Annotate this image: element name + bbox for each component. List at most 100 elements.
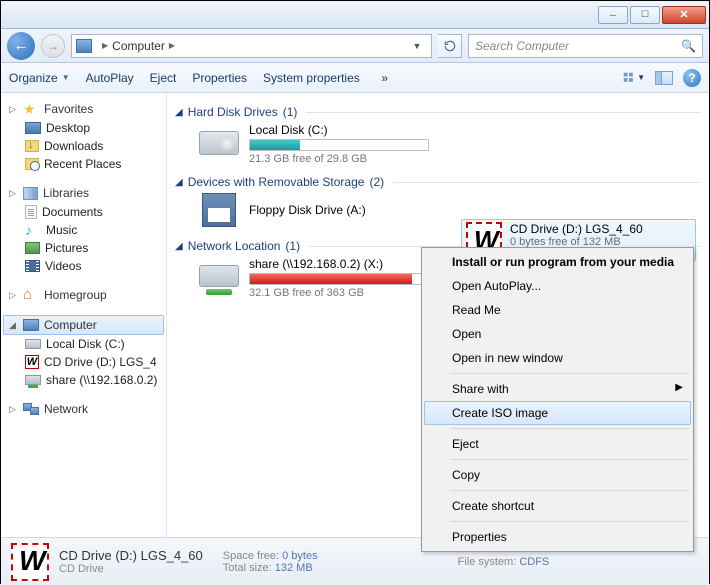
breadcrumb-computer[interactable]: Computer bbox=[112, 39, 165, 53]
drive-local-disk[interactable]: Local Disk (C:) 21.3 GB free of 29.8 GB bbox=[199, 123, 459, 165]
details-name: CD Drive (D:) LGS_4_60 bbox=[59, 548, 203, 563]
close-button[interactable]: ✕ bbox=[662, 6, 706, 24]
nav-recent[interactable]: Recent Places bbox=[3, 155, 164, 173]
cd-icon bbox=[11, 543, 49, 581]
window-buttons: ─ ☐ ✕ bbox=[598, 6, 706, 24]
network-icon bbox=[23, 403, 39, 415]
ctx-create-shortcut[interactable]: Create shortcut bbox=[424, 494, 691, 518]
toolbar-overflow[interactable]: » bbox=[376, 71, 394, 85]
system-properties-button[interactable]: System properties bbox=[263, 71, 360, 85]
music-icon: ♪ bbox=[25, 223, 41, 237]
view-menu-button[interactable]: ▼ bbox=[623, 67, 645, 89]
chevron-right-icon[interactable]: ▶ bbox=[102, 41, 108, 50]
collapse-icon[interactable]: ◢ bbox=[175, 177, 183, 188]
floppy-icon bbox=[202, 193, 236, 227]
preview-pane-button[interactable] bbox=[653, 67, 675, 89]
computer-icon bbox=[76, 39, 92, 53]
navigation-pane: ▷★Favorites Desktop Downloads Recent Pla… bbox=[1, 93, 167, 537]
file-system-label: File system: bbox=[458, 556, 517, 568]
favorites-icon: ★ bbox=[23, 102, 39, 116]
total-size-value: 132 MB bbox=[275, 562, 313, 574]
ctx-copy[interactable]: Copy bbox=[424, 463, 691, 487]
nav-homegroup[interactable]: ▷⌂Homegroup bbox=[3, 285, 164, 305]
search-input[interactable]: Search Computer 🔍 bbox=[468, 34, 703, 58]
ctx-install[interactable]: Install or run program from your media bbox=[424, 250, 691, 274]
command-bar: Organize▼ AutoPlay Eject Properties Syst… bbox=[1, 63, 709, 93]
drive-subtext: 21.3 GB free of 29.8 GB bbox=[249, 153, 429, 165]
homegroup-icon: ⌂ bbox=[23, 288, 39, 302]
capacity-bar bbox=[249, 273, 429, 285]
details-type: CD Drive bbox=[59, 563, 203, 575]
nav-music[interactable]: ♪Music bbox=[3, 221, 164, 239]
ctx-eject[interactable]: Eject bbox=[424, 432, 691, 456]
collapse-icon[interactable]: ◢ bbox=[175, 107, 183, 118]
group-hard-disk-drives[interactable]: ◢ Hard Disk Drives (1) bbox=[175, 105, 701, 119]
window-titlebar: ─ ☐ ✕ bbox=[1, 1, 709, 29]
refresh-button[interactable] bbox=[438, 34, 462, 58]
ctx-readme[interactable]: Read Me bbox=[424, 298, 691, 322]
drive-share[interactable]: share (\\192.168.0.2) (X:) 32.1 GB free … bbox=[199, 257, 459, 299]
minimize-button[interactable]: ─ bbox=[598, 6, 628, 24]
organize-button[interactable]: Organize▼ bbox=[9, 71, 70, 85]
ctx-open-new-window[interactable]: Open in new window bbox=[424, 346, 691, 370]
nav-favorites[interactable]: ▷★Favorites bbox=[3, 99, 164, 119]
cd-icon: W bbox=[25, 355, 39, 369]
help-button[interactable]: ? bbox=[683, 69, 701, 87]
hdd-icon bbox=[25, 339, 41, 349]
submenu-arrow-icon: ▶ bbox=[675, 382, 683, 393]
drive-label: CD Drive (D:) LGS_4_60 bbox=[510, 222, 643, 236]
drive-label: Local Disk (C:) bbox=[249, 123, 429, 137]
drive-floppy[interactable]: Floppy Disk Drive (A:) bbox=[199, 193, 459, 229]
eject-button[interactable]: Eject bbox=[150, 71, 177, 85]
back-button[interactable]: ← bbox=[7, 32, 35, 60]
drive-label: share (\\192.168.0.2) (X:) bbox=[249, 257, 429, 271]
libraries-icon bbox=[23, 187, 38, 200]
nav-videos[interactable]: Videos bbox=[3, 257, 164, 275]
maximize-button[interactable]: ☐ bbox=[630, 6, 660, 24]
separator bbox=[450, 373, 689, 374]
address-dropdown[interactable]: ▼ bbox=[407, 41, 427, 51]
space-free-value: 0 bytes bbox=[282, 550, 317, 562]
nav-pictures[interactable]: Pictures bbox=[3, 239, 164, 257]
details-main: CD Drive (D:) LGS_4_60 CD Drive bbox=[59, 548, 203, 575]
ctx-create-iso[interactable]: Create ISO image bbox=[424, 401, 691, 425]
group-removable-storage[interactable]: ◢ Devices with Removable Storage (2) bbox=[175, 175, 701, 189]
nav-local-disk[interactable]: Local Disk (C:) bbox=[3, 335, 164, 353]
documents-icon bbox=[25, 205, 37, 219]
nav-cd-drive[interactable]: WCD Drive (D:) LGS_4_60 bbox=[3, 353, 164, 371]
address-bar[interactable]: ▶ Computer ▶ ▼ bbox=[71, 34, 432, 58]
nav-libraries[interactable]: ▷Libraries bbox=[3, 183, 164, 203]
downloads-icon bbox=[25, 140, 39, 152]
nav-documents[interactable]: Documents bbox=[3, 203, 164, 221]
total-size-label: Total size: bbox=[223, 562, 272, 574]
nav-share[interactable]: share (\\192.168.0.2) bbox=[3, 371, 164, 389]
file-system-value: CDFS bbox=[519, 556, 549, 568]
pictures-icon bbox=[25, 242, 40, 254]
separator bbox=[450, 521, 689, 522]
forward-button[interactable]: → bbox=[41, 34, 65, 58]
view-icon bbox=[623, 70, 635, 86]
chevron-right-icon[interactable]: ▶ bbox=[169, 41, 175, 50]
refresh-icon bbox=[443, 39, 457, 53]
ctx-properties[interactable]: Properties bbox=[424, 525, 691, 549]
recent-icon bbox=[25, 158, 39, 170]
drive-subtext: 32.1 GB free of 363 GB bbox=[249, 287, 429, 299]
ctx-open[interactable]: Open bbox=[424, 322, 691, 346]
ctx-autoplay[interactable]: Open AutoPlay... bbox=[424, 274, 691, 298]
context-menu: Install or run program from your media O… bbox=[421, 247, 694, 552]
network-drive-icon bbox=[25, 375, 41, 385]
search-icon[interactable]: 🔍 bbox=[681, 39, 696, 53]
ctx-share-with[interactable]: Share with▶ bbox=[424, 377, 691, 401]
nav-network[interactable]: ▷Network bbox=[3, 399, 164, 419]
autoplay-button[interactable]: AutoPlay bbox=[86, 71, 134, 85]
nav-downloads[interactable]: Downloads bbox=[3, 137, 164, 155]
properties-button[interactable]: Properties bbox=[192, 71, 247, 85]
collapse-icon[interactable]: ◢ bbox=[175, 241, 183, 252]
separator bbox=[450, 428, 689, 429]
nav-computer[interactable]: ◢Computer bbox=[3, 315, 164, 335]
drive-label: Floppy Disk Drive (A:) bbox=[249, 203, 366, 217]
computer-icon bbox=[23, 319, 39, 331]
nav-desktop[interactable]: Desktop bbox=[3, 119, 164, 137]
hdd-icon bbox=[199, 131, 239, 155]
capacity-bar bbox=[249, 139, 429, 151]
